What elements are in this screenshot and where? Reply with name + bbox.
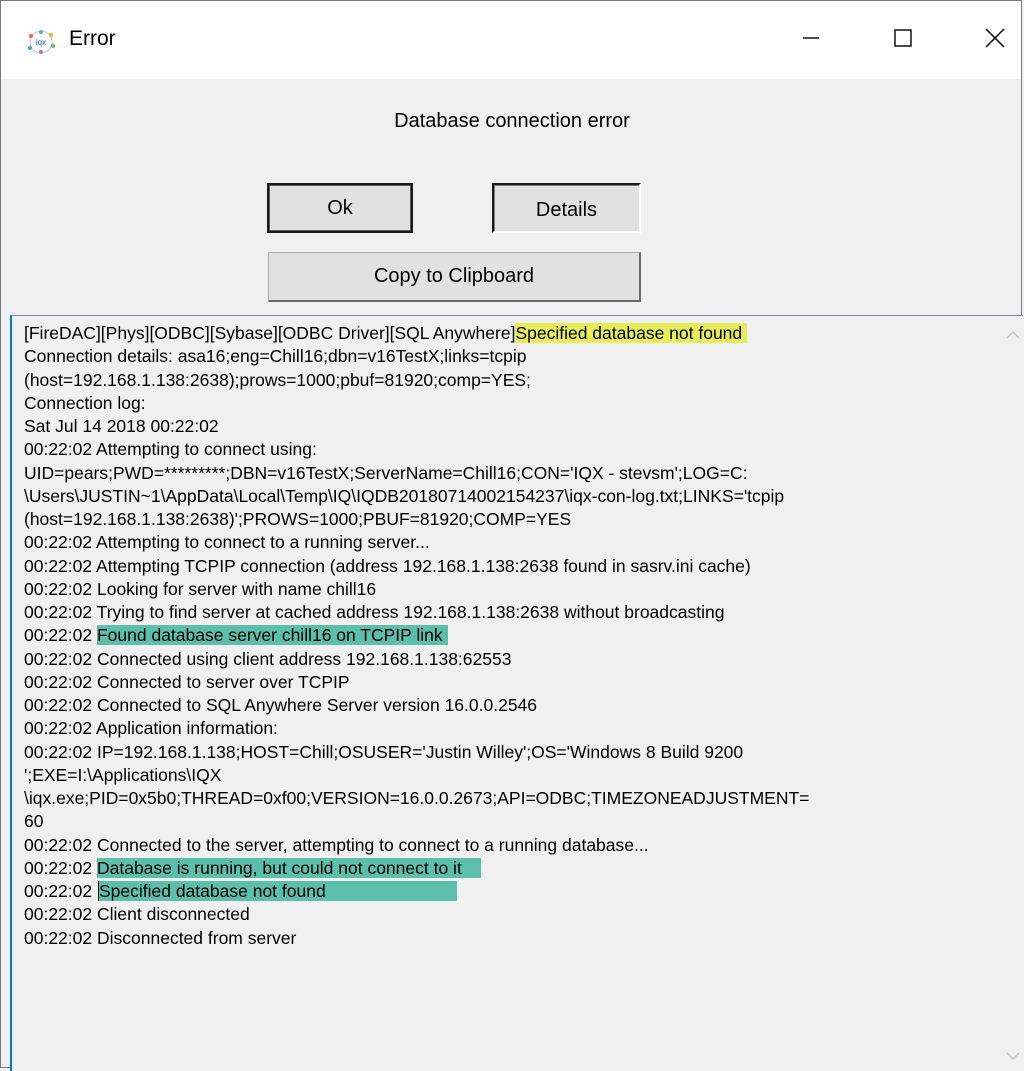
log-line-text: 00:22:02 Connected using client address … bbox=[24, 648, 512, 669]
log-line: 00:22:02 Attempting to connect to a runn… bbox=[24, 531, 994, 554]
log-line-text: 00:22:02 IP=192.168.1.138;HOST=Chill;OSU… bbox=[24, 741, 744, 762]
log-line: 00:22:02 Connected to the server, attemp… bbox=[24, 834, 994, 857]
log-line: 00:22:02 Looking for server with name ch… bbox=[24, 578, 994, 601]
log-line-text: \Users\JUSTIN~1\AppData\Local\Temp\IQ\IQ… bbox=[24, 485, 785, 506]
log-highlight: Database is running, but could not conne… bbox=[96, 857, 482, 878]
log-line-text: (host=192.168.1.138:2638)';PROWS=1000;PB… bbox=[24, 509, 572, 529]
log-line: Sat Jul 14 2018 00:22:02 bbox=[24, 415, 994, 438]
log-line: 00:22:02 Connected to SQL Anywhere Serve… bbox=[24, 694, 994, 717]
log-line: Connection log: bbox=[24, 392, 994, 415]
error-message: Database connection error bbox=[394, 110, 630, 132]
maximize-button[interactable] bbox=[857, 1, 949, 79]
log-line-text: 00:22:02 bbox=[24, 881, 97, 901]
log-line-text: 00:22:02 Disconnected from server bbox=[24, 927, 297, 948]
log-line: Connection details: asa16;eng=Chill16;db… bbox=[24, 345, 994, 368]
iqx-app-icon: iqx bbox=[23, 29, 59, 55]
log-line: 00:22:02 Client disconnected bbox=[24, 903, 994, 926]
log-line: ';EXE=I:\Applications\IQX bbox=[24, 764, 994, 787]
log-line: 00:22:02 Connected to server over TCPIP bbox=[24, 671, 994, 694]
log-line: 00:22:02 Found database server chill16 o… bbox=[24, 624, 994, 647]
title-bar[interactable]: iqx Error bbox=[1, 1, 1021, 79]
log-line-text: 00:22:02 Attempting to connect to a runn… bbox=[24, 532, 430, 553]
log-line-text: 60 bbox=[24, 811, 44, 832]
log-line: 00:22:02 Trying to find server at cached… bbox=[24, 601, 994, 624]
ok-button[interactable]: Ok bbox=[267, 183, 413, 233]
log-line-text: 00:22:02 bbox=[24, 625, 97, 646]
close-button[interactable] bbox=[949, 1, 1024, 79]
maximize-icon bbox=[893, 28, 913, 53]
log-line: \iqx.exe;PID=0x5b0;THREAD=0xf00;VERSION=… bbox=[24, 787, 994, 810]
log-line: (host=192.168.1.138:2638);prows=1000;pbu… bbox=[24, 369, 994, 392]
log-highlight: Specified database not found bbox=[515, 323, 748, 343]
log-line: (host=192.168.1.138:2638)';PROWS=1000;PB… bbox=[24, 508, 994, 531]
log-text: [FireDAC][Phys][ODBC][Sybase][ODBC Drive… bbox=[24, 322, 994, 950]
log-line: 00:22:02 Application information: bbox=[24, 717, 994, 740]
log-line-text: 00:22:02 bbox=[24, 857, 97, 878]
minimize-button[interactable] bbox=[765, 1, 857, 79]
log-line-text: UID=pears;PWD=*********;DBN=v16TestX;Ser… bbox=[24, 462, 748, 483]
copy-to-clipboard-button[interactable]: Copy to Clipboard bbox=[268, 252, 641, 302]
log-line-text: 00:22:02 Attempting TCPIP connection (ad… bbox=[24, 555, 751, 576]
log-line-text: 00:22:02 Connected to the server, attemp… bbox=[24, 834, 649, 855]
log-line-text: 00:22:02 Connected to SQL Anywhere Serve… bbox=[24, 695, 538, 715]
log-highlight: Found database server chill16 on TCPIP l… bbox=[96, 625, 448, 646]
log-line-text: ';EXE=I:\Applications\IQX bbox=[24, 764, 222, 785]
log-line-text: Connection log: bbox=[24, 392, 146, 413]
scroll-up-arrow-icon[interactable] bbox=[1005, 328, 1021, 346]
scroll-down-arrow-icon[interactable] bbox=[1005, 1049, 1021, 1067]
log-line-text: 00:22:02 Application information: bbox=[24, 718, 278, 739]
vertical-scrollbar[interactable] bbox=[1000, 316, 1023, 1071]
log-line-text: Connection details: asa16;eng=Chill16;db… bbox=[24, 346, 527, 367]
log-line-text: 00:22:02 Trying to find server at cached… bbox=[24, 602, 725, 622]
log-line: [FireDAC][Phys][ODBC][Sybase][ODBC Drive… bbox=[24, 322, 994, 345]
log-line-text: 00:22:02 Attempting to connect using: bbox=[24, 439, 317, 460]
log-line-text: Sat Jul 14 2018 00:22:02 bbox=[24, 416, 219, 436]
error-dialog: iqx Error Database connection error Ok D… bbox=[0, 0, 1023, 1071]
log-line: 00:22:02 Attempting to connect using: bbox=[24, 438, 994, 461]
log-line: 00:22:02 Database is running, but could … bbox=[24, 857, 994, 880]
log-line: 00:22:02 IP=192.168.1.138;HOST=Chill;OSU… bbox=[24, 741, 994, 764]
log-line-text: 00:22:02 Connected to server over TCPIP bbox=[24, 671, 350, 692]
log-line-text: \iqx.exe;PID=0x5b0;THREAD=0xf00;VERSION=… bbox=[24, 788, 810, 808]
log-line: 60 bbox=[24, 810, 994, 833]
log-line-text: (host=192.168.1.138:2638);prows=1000;pbu… bbox=[24, 369, 531, 390]
log-line: 00:22:02 Disconnected from server bbox=[24, 927, 994, 950]
svg-text:iqx: iqx bbox=[36, 38, 46, 47]
minimize-icon bbox=[801, 28, 821, 53]
log-line: 00:22:02 Specified database not found bbox=[24, 880, 994, 903]
log-line-text: [FireDAC][Phys][ODBC][Sybase][ODBC Drive… bbox=[24, 323, 516, 343]
log-line-text: 00:22:02 Client disconnected bbox=[24, 904, 250, 925]
log-line: 00:22:02 Connected using client address … bbox=[24, 648, 994, 671]
close-icon bbox=[984, 27, 1006, 54]
details-log-textarea[interactable]: [FireDAC][Phys][ODBC][Sybase][ODBC Drive… bbox=[10, 315, 1023, 1071]
details-button[interactable]: Details bbox=[492, 183, 641, 233]
log-line: UID=pears;PWD=*********;DBN=v16TestX;Ser… bbox=[24, 462, 994, 485]
log-highlight: Specified database not found bbox=[98, 881, 457, 901]
log-line: 00:22:02 Attempting TCPIP connection (ad… bbox=[24, 555, 994, 578]
window-title: Error bbox=[69, 27, 116, 50]
log-line: \Users\JUSTIN~1\AppData\Local\Temp\IQ\IQ… bbox=[24, 485, 994, 508]
log-line-text: 00:22:02 Looking for server with name ch… bbox=[24, 578, 377, 599]
